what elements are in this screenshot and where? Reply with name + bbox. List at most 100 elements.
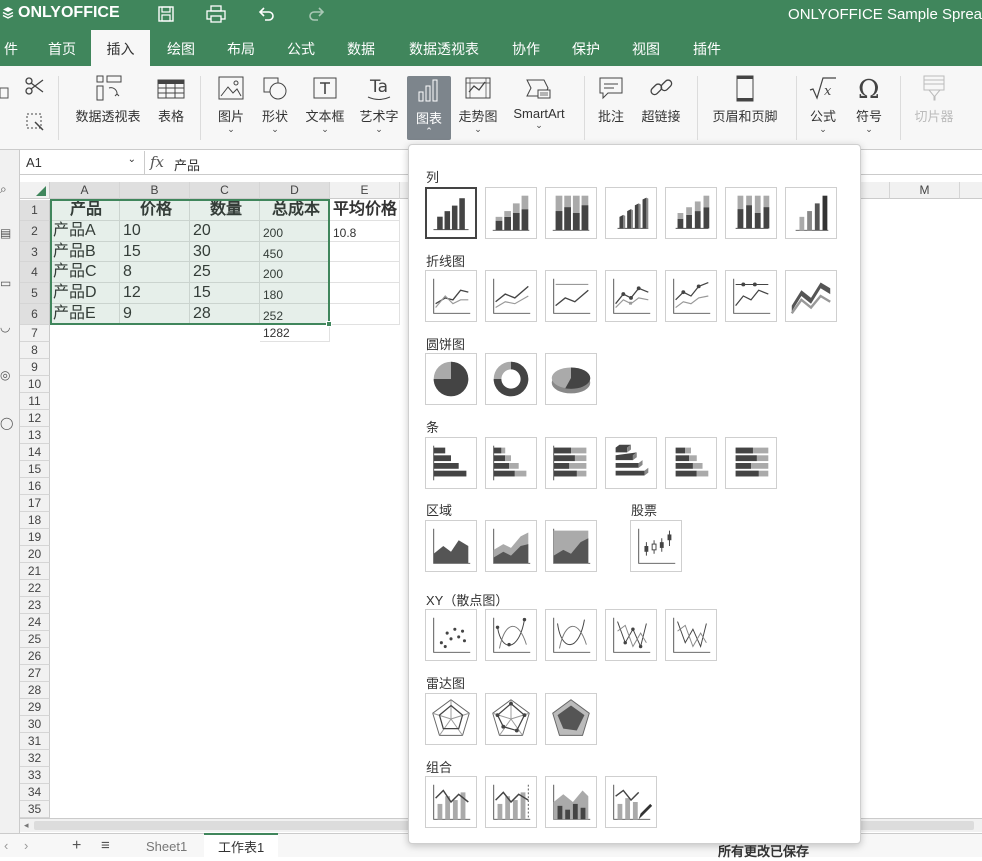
- chart-scatter-smooth[interactable]: [545, 609, 597, 661]
- save-icon[interactable]: [156, 4, 178, 26]
- row-header[interactable]: 5: [20, 283, 50, 304]
- row-header[interactable]: 14: [20, 443, 50, 461]
- chart-column-3d-percent[interactable]: [725, 187, 777, 239]
- chart-line[interactable]: [425, 270, 477, 322]
- row-header[interactable]: 10: [20, 375, 50, 393]
- sheet-list-icon[interactable]: ≡: [101, 837, 110, 854]
- symbol-button[interactable]: Ω 符号 ⌄: [848, 74, 890, 146]
- textbox-button[interactable]: 文本框 ⌄: [300, 74, 350, 146]
- table-button[interactable]: 表格: [150, 74, 192, 146]
- next-sheet-icon[interactable]: ›: [24, 838, 28, 853]
- row-header[interactable]: 31: [20, 732, 50, 750]
- row-header[interactable]: 32: [20, 749, 50, 767]
- undo-icon[interactable]: [256, 4, 278, 26]
- header-cell[interactable]: 数量: [190, 200, 260, 221]
- chart-bar-3d-stacked[interactable]: [665, 437, 717, 489]
- function-icon[interactable]: fx: [150, 153, 164, 171]
- select-all-corner[interactable]: [20, 182, 50, 199]
- header-cell[interactable]: 产品: [50, 200, 120, 221]
- shape-button[interactable]: 形状 ⌄: [254, 74, 296, 146]
- chart-line-percent[interactable]: [545, 270, 597, 322]
- slicer-button[interactable]: 切片器: [908, 74, 960, 146]
- row-header[interactable]: 1: [20, 200, 50, 221]
- row-header[interactable]: 22: [20, 579, 50, 597]
- row-header[interactable]: 23: [20, 596, 50, 614]
- tab-view[interactable]: 视图: [619, 30, 673, 66]
- add-sheet-icon[interactable]: +: [72, 837, 81, 855]
- column-header[interactable]: C: [190, 182, 260, 199]
- chart-line-stacked[interactable]: [485, 270, 537, 322]
- row-header[interactable]: 30: [20, 715, 50, 733]
- table-cell[interactable]: [330, 241, 400, 263]
- hyperlink-button[interactable]: 超链接: [636, 74, 686, 146]
- chart-combo-column-line[interactable]: [425, 776, 477, 828]
- table-cell[interactable]: 产品A: [50, 220, 120, 242]
- table-cell[interactable]: 25: [190, 262, 260, 284]
- info-icon[interactable]: ◯: [0, 416, 14, 430]
- table-cell[interactable]: 产品D: [50, 283, 120, 304]
- textart-button[interactable]: Ta 艺术字 ⌄: [355, 74, 403, 146]
- tab-insert[interactable]: 插入: [91, 30, 150, 66]
- total-cell[interactable]: 1282: [260, 324, 330, 342]
- sheet-tab-active[interactable]: 工作表1: [204, 833, 279, 857]
- name-box[interactable]: A1 ⌄: [20, 151, 145, 174]
- print-icon[interactable]: [205, 4, 227, 26]
- chart-bar-stacked[interactable]: [485, 437, 537, 489]
- column-header[interactable]: [960, 182, 982, 199]
- column-header[interactable]: B: [120, 182, 190, 199]
- table-cell[interactable]: 12: [120, 283, 190, 304]
- chart-pie-3d[interactable]: [545, 353, 597, 405]
- table-cell[interactable]: 10: [120, 220, 190, 242]
- row-header[interactable]: 35: [20, 800, 50, 818]
- chart-scatter-lines[interactable]: [665, 609, 717, 661]
- table-cell[interactable]: [330, 262, 400, 284]
- table-cell[interactable]: 180: [260, 283, 330, 304]
- row-header[interactable]: 12: [20, 409, 50, 427]
- row-header[interactable]: 33: [20, 766, 50, 784]
- table-cell[interactable]: 450: [260, 241, 330, 263]
- chart-radar-markers[interactable]: [485, 693, 537, 745]
- chart-radar[interactable]: [425, 693, 477, 745]
- row-header[interactable]: 8: [20, 341, 50, 359]
- tab-data[interactable]: 数据: [332, 30, 390, 66]
- tab-collaboration[interactable]: 协作: [500, 30, 552, 66]
- row-header[interactable]: 17: [20, 494, 50, 512]
- chart-column-3d-clustered[interactable]: [605, 187, 657, 239]
- chart-bar-percent[interactable]: [545, 437, 597, 489]
- tab-file[interactable]: 件: [0, 30, 22, 66]
- table-cell[interactable]: 9: [120, 304, 190, 325]
- row-header[interactable]: 21: [20, 562, 50, 580]
- row-header[interactable]: 6: [20, 304, 50, 325]
- chart-bar-clustered[interactable]: [425, 437, 477, 489]
- tab-pivot[interactable]: 数据透视表: [395, 30, 493, 66]
- table-cell[interactable]: 30: [190, 241, 260, 263]
- sheet-tab[interactable]: Sheet1: [132, 834, 201, 858]
- tab-protection[interactable]: 保护: [559, 30, 613, 66]
- formula-button[interactable]: x 公式 ⌄: [802, 74, 844, 146]
- column-header[interactable]: A: [50, 182, 120, 199]
- table-cell[interactable]: 252: [260, 304, 330, 325]
- tab-draw[interactable]: 绘图: [152, 30, 210, 66]
- sparkline-button[interactable]: 走势图 ⌄: [455, 74, 501, 146]
- chart-combo-area-column[interactable]: [545, 776, 597, 828]
- row-header[interactable]: 34: [20, 783, 50, 801]
- spellcheck-icon[interactable]: ◡: [0, 320, 14, 334]
- chart-scatter[interactable]: [425, 609, 477, 661]
- tab-layout[interactable]: 布局: [212, 30, 270, 66]
- row-header[interactable]: 26: [20, 647, 50, 665]
- chart-combo-custom[interactable]: [605, 776, 657, 828]
- table-cell[interactable]: 产品C: [50, 262, 120, 284]
- chart-column-percent[interactable]: [545, 187, 597, 239]
- table-cell[interactable]: 15: [190, 283, 260, 304]
- paste-button[interactable]: [0, 74, 12, 146]
- row-header[interactable]: 29: [20, 698, 50, 716]
- row-header[interactable]: 25: [20, 630, 50, 648]
- column-header[interactable]: M: [890, 182, 960, 199]
- chart-bar-3d-clustered[interactable]: [605, 437, 657, 489]
- column-header[interactable]: D: [260, 182, 330, 199]
- row-header[interactable]: 9: [20, 358, 50, 376]
- table-cell[interactable]: 15: [120, 241, 190, 263]
- chart-column-3d-stacked[interactable]: [665, 187, 717, 239]
- table-cell[interactable]: 200: [260, 220, 330, 242]
- table-cell[interactable]: 产品E: [50, 304, 120, 325]
